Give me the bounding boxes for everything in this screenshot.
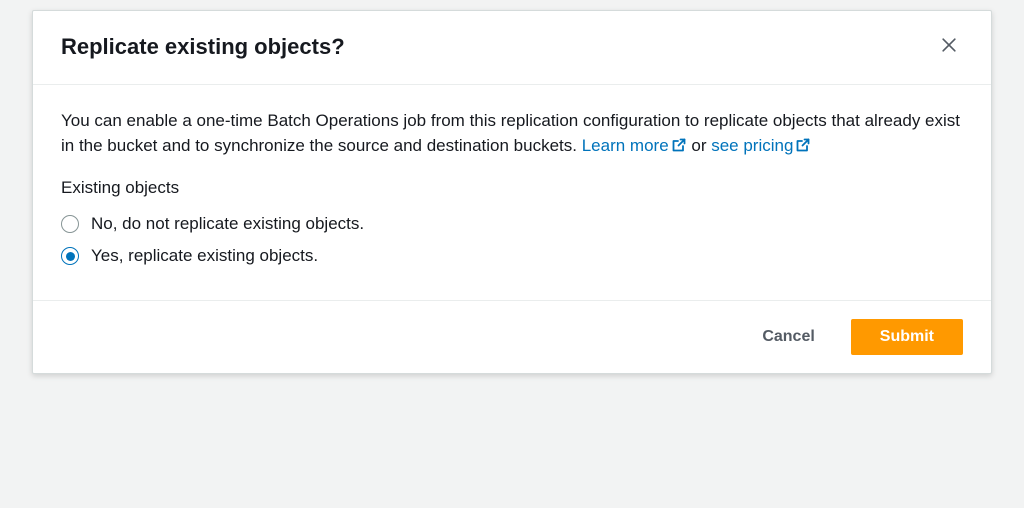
close-button[interactable] <box>935 31 963 62</box>
radio-icon-selected <box>61 247 79 265</box>
modal-body: You can enable a one-time Batch Operatio… <box>33 85 991 300</box>
radio-label-no: No, do not replicate existing objects. <box>91 214 364 234</box>
existing-objects-label: Existing objects <box>61 178 963 198</box>
description-or: or <box>687 136 712 155</box>
replicate-existing-objects-modal: Replicate existing objects? You can enab… <box>32 10 992 374</box>
modal-description: You can enable a one-time Batch Operatio… <box>61 109 963 158</box>
submit-button[interactable]: Submit <box>851 319 963 355</box>
radio-option-yes[interactable]: Yes, replicate existing objects. <box>61 240 963 272</box>
modal-footer: Cancel Submit <box>33 300 991 373</box>
external-link-icon <box>671 136 687 152</box>
learn-more-label: Learn more <box>582 136 669 155</box>
radio-option-no[interactable]: No, do not replicate existing objects. <box>61 208 963 240</box>
modal-title: Replicate existing objects? <box>61 34 345 60</box>
radio-label-yes: Yes, replicate existing objects. <box>91 246 318 266</box>
see-pricing-link[interactable]: see pricing <box>711 136 811 155</box>
radio-icon <box>61 215 79 233</box>
close-icon <box>939 35 959 58</box>
learn-more-link[interactable]: Learn more <box>582 136 687 155</box>
external-link-icon <box>795 136 811 152</box>
cancel-button[interactable]: Cancel <box>738 320 838 354</box>
description-text: You can enable a one-time Batch Operatio… <box>61 111 960 155</box>
see-pricing-label: see pricing <box>711 136 793 155</box>
modal-header: Replicate existing objects? <box>33 11 991 85</box>
